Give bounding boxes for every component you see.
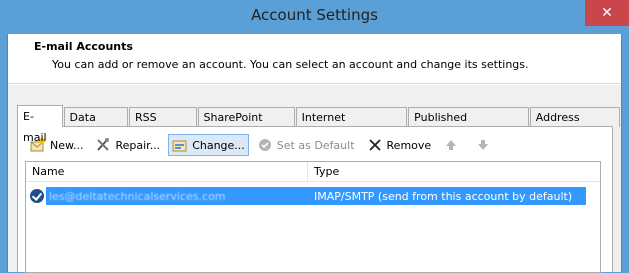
checkmark-circle-icon [257, 137, 273, 153]
move-down-button[interactable] [471, 134, 499, 156]
tab-strip: E-mail Data Files RSS Feeds SharePoint L… [17, 105, 621, 144]
close-button[interactable]: ✕ [585, 0, 629, 26]
arrow-down-icon [475, 137, 491, 153]
account-type-cell: IMAP/SMTP (send from this account by def… [314, 189, 573, 203]
tab-internet-calendars[interactable]: Internet Calendars [295, 107, 408, 143]
title-bar: Account Settings ✕ [0, 0, 629, 34]
column-header-type[interactable]: Type [308, 162, 339, 181]
section-description: You can add or remove an account. You ca… [52, 58, 529, 71]
window-title: Account Settings [251, 6, 378, 24]
repair-button[interactable]: Repair... [91, 134, 164, 156]
remove-button-label: Remove [386, 138, 432, 152]
toolbar: New... Repair... Change... Set as Defaul… [26, 133, 503, 157]
tab-data-files[interactable]: Data Files [63, 107, 128, 143]
remove-x-icon [367, 137, 383, 153]
account-name-cell: les@deltatechnicalservices.com [49, 189, 226, 203]
change-account-icon [172, 137, 188, 153]
default-account-check-icon [30, 189, 44, 203]
header-area: E-mail Accounts You can add or remove an… [8, 34, 621, 84]
arrow-up-icon [443, 137, 459, 153]
repair-tools-icon [95, 137, 111, 153]
dialog-frame: E-mail Accounts You can add or remove an… [7, 34, 622, 273]
tab-rss-feeds[interactable]: RSS Feeds [128, 107, 197, 143]
column-header-name[interactable]: Name [26, 162, 308, 181]
tab-sharepoint-lists[interactable]: SharePoint Lists [197, 107, 295, 143]
change-button[interactable]: Change... [168, 134, 249, 156]
selected-row-highlight[interactable]: les@deltatechnicalservices.com IMAP/SMTP… [46, 187, 586, 205]
tab-email[interactable]: E-mail [17, 105, 63, 144]
change-button-label: Change... [192, 138, 245, 152]
section-title: E-mail Accounts [34, 40, 133, 53]
repair-button-label: Repair... [115, 138, 161, 152]
remove-button[interactable]: Remove [363, 134, 436, 156]
tab-address-books[interactable]: Address Books [529, 107, 620, 143]
new-button-label: New... [50, 138, 84, 152]
list-header: Name Type [26, 162, 600, 182]
accounts-list: Name Type les@deltatechnicalservices.com… [25, 161, 601, 273]
email-tab-panel: New... Repair... Change... Set as Defaul… [17, 126, 613, 273]
body-area: E-mail Data Files RSS Feeds SharePoint L… [8, 85, 621, 273]
tab-published-calendars[interactable]: Published Calendars [408, 107, 529, 143]
set-as-default-label: Set as Default [276, 138, 355, 152]
set-as-default-button[interactable]: Set as Default [253, 134, 359, 156]
account-row[interactable]: les@deltatechnicalservices.com IMAP/SMTP… [26, 187, 586, 205]
move-up-button[interactable] [439, 134, 467, 156]
